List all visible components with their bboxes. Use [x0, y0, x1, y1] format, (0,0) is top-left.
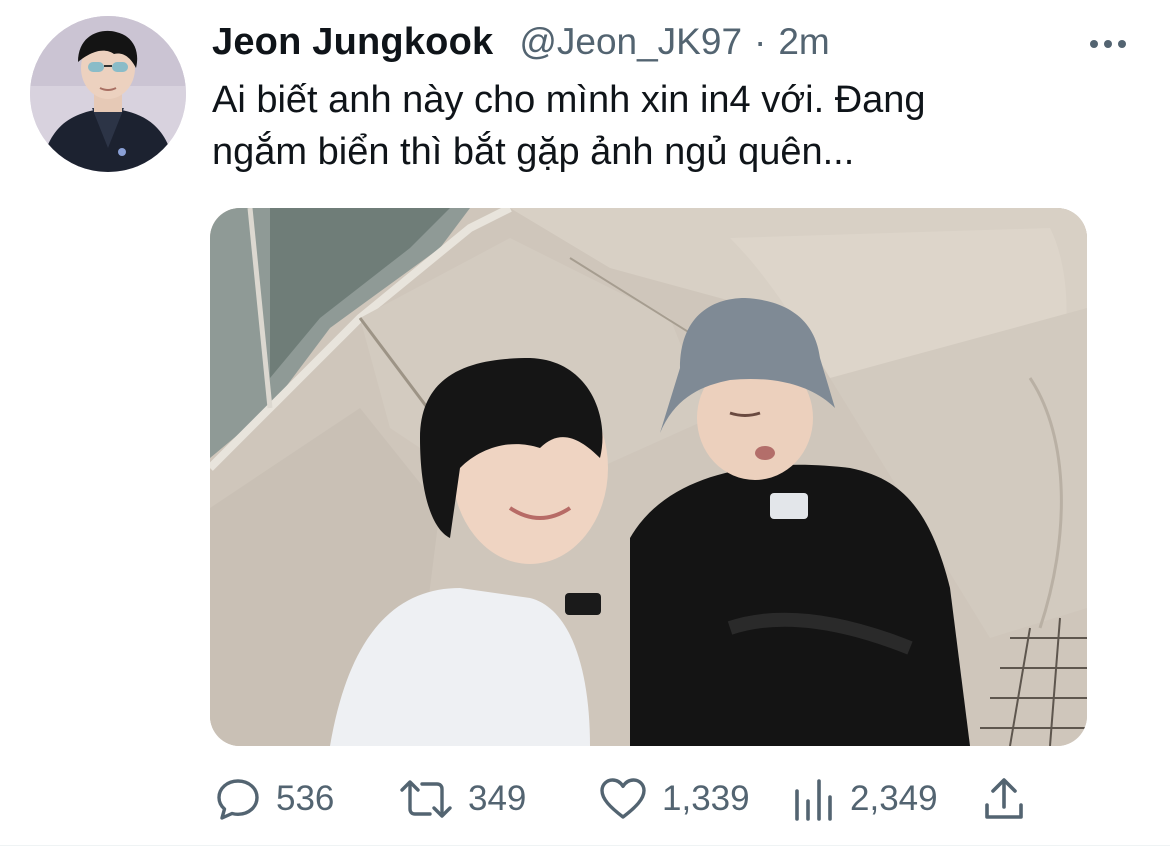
- author-avatar[interactable]: [30, 16, 186, 172]
- tweet-text-line: ngắm biển thì bắt gặp ảnh ngủ quên...: [212, 131, 855, 173]
- photo-image: [210, 208, 1087, 746]
- share-icon: [985, 778, 1023, 819]
- author-handle[interactable]: @Jeon_JK97: [519, 21, 742, 63]
- analytics-icon: [795, 779, 832, 821]
- tweet-action-bar: 536 349 1,339 2,349: [0, 774, 1170, 824]
- retweet-button[interactable]: 349: [398, 774, 526, 824]
- more-options-button[interactable]: [1086, 30, 1130, 58]
- views-button[interactable]: 2,349: [792, 774, 938, 824]
- heart-icon: [600, 778, 646, 819]
- retweet-count: 349: [468, 779, 527, 818]
- tweet-photo[interactable]: [210, 208, 1087, 746]
- reply-icon: [217, 779, 259, 820]
- tweet-text-line: Ai biết anh này cho mình xin in4 với. Đa…: [212, 79, 926, 121]
- like-button[interactable]: 1,339: [598, 774, 750, 824]
- tweet-text: Ai biết anh này cho mình xin in4 với. Đa…: [212, 74, 1112, 178]
- tweet-header: Jeon Jungkook @Jeon_JK97 · 2m: [212, 18, 830, 66]
- author-name[interactable]: Jeon Jungkook: [212, 21, 493, 64]
- views-count: 2,349: [850, 779, 938, 818]
- retweet-icon: [400, 780, 452, 818]
- like-count: 1,339: [662, 779, 750, 818]
- share-button[interactable]: [982, 774, 1026, 824]
- bottom-divider: [0, 845, 1170, 846]
- avatar-image: [30, 16, 186, 172]
- more-horizontal-icon: [1090, 40, 1126, 48]
- meta-separator: ·: [754, 21, 767, 62]
- reply-count: 536: [276, 779, 335, 818]
- tweet-time[interactable]: 2m: [778, 21, 829, 63]
- reply-button[interactable]: 536: [214, 774, 334, 824]
